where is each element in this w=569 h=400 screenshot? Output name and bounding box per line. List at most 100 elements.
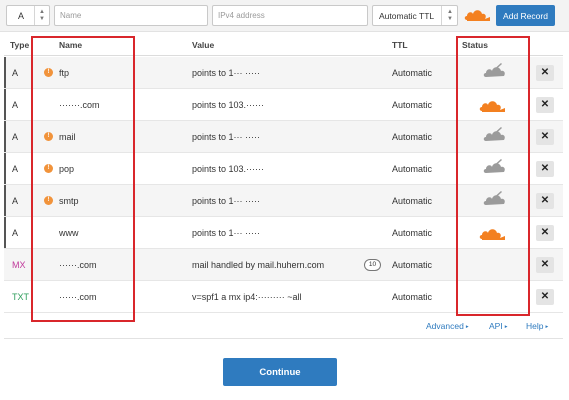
record-name[interactable]: ······.com — [59, 260, 97, 270]
record-value[interactable]: points to 103.······ — [192, 100, 264, 110]
record-name-text: ftp — [59, 68, 70, 78]
delete-record-button[interactable]: ✕ — [536, 193, 554, 209]
select-divider — [34, 6, 35, 25]
delete-record-button[interactable]: ✕ — [536, 225, 554, 241]
table-row[interactable]: A! mail points to 1··· ····· Automatic ✕ — [4, 121, 563, 153]
proxied-orange-cloud-icon[interactable] — [479, 99, 507, 113]
record-name[interactable]: ·······.com — [59, 100, 99, 110]
record-name-text: www — [59, 228, 79, 238]
delete-record-button[interactable]: ✕ — [536, 257, 554, 273]
record-name[interactable]: smtp — [59, 196, 79, 206]
proxy-cloud-toggle-icon[interactable] — [464, 8, 490, 22]
record-ttl[interactable]: Automatic — [392, 260, 432, 270]
record-type: A — [12, 100, 19, 110]
delete-record-button[interactable]: ✕ — [536, 289, 554, 305]
record-name[interactable]: ftp — [59, 68, 69, 78]
triangle-right-icon: ▸ — [465, 324, 469, 330]
record-name-text: smtp — [59, 196, 79, 206]
info-dot-icon: ! — [44, 132, 53, 141]
triangle-right-icon: ▸ — [504, 324, 508, 330]
record-name-text: ·······.com — [59, 100, 100, 110]
row-accent-bar — [4, 89, 6, 120]
record-ttl[interactable]: Automatic — [392, 228, 432, 238]
delete-record-button[interactable]: ✕ — [536, 129, 554, 145]
dns-only-grey-cloud-icon[interactable] — [483, 191, 507, 207]
record-value[interactable]: points to 1··· ····· — [192, 132, 260, 142]
record-ttl[interactable]: Automatic — [392, 292, 432, 302]
record-type: A — [12, 132, 19, 142]
table-row[interactable]: TXT ······.com v=spf1 a mx ip4:········· ~… — [4, 281, 563, 313]
row-accent-bar — [4, 185, 6, 216]
column-header-status: Status — [462, 40, 488, 50]
close-icon: ✕ — [540, 163, 550, 174]
ttl-select-value: Automatic TTL — [379, 11, 435, 21]
api-link[interactable]: API ▸ — [489, 321, 507, 331]
record-name[interactable]: ······.com — [59, 292, 97, 302]
record-name[interactable]: pop — [59, 164, 74, 174]
table-row[interactable]: A! pop points to 103.······ Automatic ✕ — [4, 153, 563, 185]
table-row[interactable]: A! ftp points to 1··· ····· Automatic ✕ — [4, 57, 563, 89]
close-icon: ✕ — [540, 195, 550, 206]
record-value[interactable]: points to 1··· ····· — [192, 196, 260, 206]
close-icon: ✕ — [540, 227, 550, 238]
ttl-select[interactable]: Automatic TTL ▲ ▼ — [372, 5, 458, 26]
table-row[interactable]: Awww points to 1··· ····· Automatic ✕ — [4, 217, 563, 249]
record-ttl[interactable]: Automatic — [392, 196, 432, 206]
close-icon: ✕ — [540, 131, 550, 142]
dns-only-grey-cloud-icon[interactable] — [483, 63, 507, 79]
row-accent-bar — [4, 217, 6, 248]
column-header-name: Name — [59, 40, 83, 50]
record-value[interactable]: v=spf1 a mx ip4:········· ~all — [192, 292, 302, 302]
record-type: A — [12, 196, 19, 206]
delete-record-button[interactable]: ✕ — [536, 65, 554, 81]
table-row[interactable]: MX ······.com mail handled by mail.huhern.… — [4, 249, 563, 281]
proxied-orange-cloud-icon[interactable] — [479, 227, 507, 241]
close-icon: ✕ — [540, 67, 550, 78]
help-link[interactable]: Help ▸ — [526, 321, 548, 331]
mx-priority-badge[interactable]: 10 — [364, 259, 381, 271]
column-header-ttl: TTL — [392, 40, 408, 50]
record-ttl[interactable]: Automatic — [392, 100, 432, 110]
row-accent-bar — [4, 57, 6, 88]
record-ttl[interactable]: Automatic — [392, 164, 432, 174]
table-row[interactable]: A! smtp points to 1··· ····· Automatic ✕ — [4, 185, 563, 217]
record-type: A — [12, 68, 19, 78]
ipv4-address-input[interactable] — [212, 5, 368, 26]
column-header-type: Type — [10, 40, 30, 50]
record-value[interactable]: points to 103.······ — [192, 164, 264, 174]
record-name-text: mail — [59, 132, 76, 142]
record-value[interactable]: mail handled by mail.huhern.com — [192, 260, 324, 270]
record-name[interactable]: mail — [59, 132, 76, 142]
record-type-value: A — [18, 11, 25, 21]
continue-button[interactable]: Continue — [223, 358, 337, 386]
close-icon: ✕ — [540, 291, 550, 302]
record-name-text: ······.com — [59, 260, 97, 270]
advanced-link-label: Advanced — [426, 321, 464, 331]
triangle-right-icon: ▸ — [545, 324, 549, 330]
delete-record-button[interactable]: ✕ — [536, 97, 554, 113]
table-row[interactable]: A ·······.com points to 103.······ Automati… — [4, 89, 563, 121]
record-type-select[interactable]: A ▲ ▼ — [6, 5, 50, 26]
api-link-label: API — [489, 321, 503, 331]
delete-record-button[interactable]: ✕ — [536, 161, 554, 177]
record-value[interactable]: points to 1··· ····· — [192, 68, 260, 78]
add-record-button[interactable]: Add Record — [496, 5, 555, 26]
record-type: A — [12, 228, 19, 238]
advanced-link[interactable]: Advanced ▸ — [426, 321, 469, 331]
name-input[interactable] — [54, 5, 208, 26]
record-ttl[interactable]: Automatic — [392, 68, 432, 78]
dns-only-grey-cloud-icon[interactable] — [483, 159, 507, 175]
record-type: MX — [12, 260, 26, 270]
record-name-text: ······.com — [59, 292, 97, 302]
column-header-value: Value — [192, 40, 215, 50]
select-divider — [441, 6, 442, 25]
record-value[interactable]: points to 1··· ····· — [192, 228, 260, 238]
record-type: A — [12, 164, 19, 174]
row-accent-bar — [4, 121, 6, 152]
record-name-text: pop — [59, 164, 75, 174]
footer-divider — [4, 338, 563, 339]
dns-only-grey-cloud-icon[interactable] — [483, 127, 507, 143]
record-name[interactable]: www — [59, 228, 79, 238]
updown-chevron-icon: ▲ ▼ — [39, 9, 45, 22]
record-ttl[interactable]: Automatic — [392, 132, 432, 142]
